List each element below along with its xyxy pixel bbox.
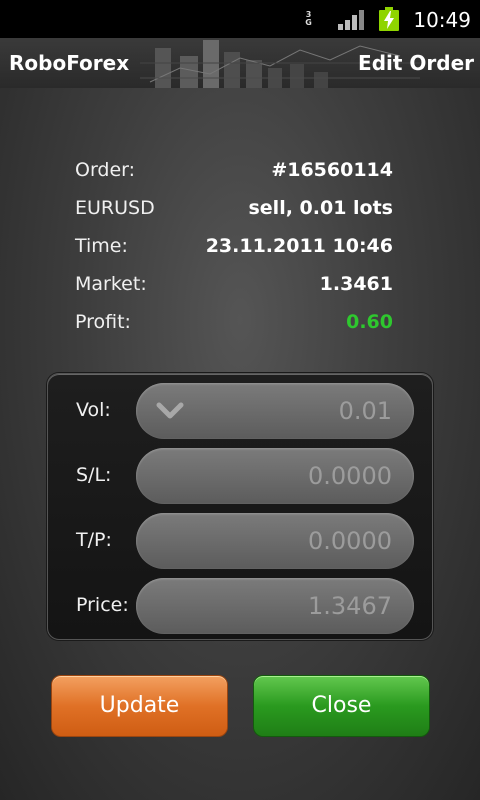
app-title: RoboForex	[9, 51, 130, 75]
profit-label: Profit:	[75, 311, 131, 333]
tp-label: T/P:	[76, 529, 112, 551]
profit-row: Profit: 0.60	[75, 304, 393, 342]
market-label: Market:	[75, 273, 147, 295]
status-bar: 3G 10:49	[0, 0, 480, 38]
time-value: 23.11.2011 10:46	[205, 235, 393, 257]
price-row: Price:	[48, 578, 432, 634]
screen-title: Edit Order	[358, 51, 474, 75]
order-number-row: Order: #16560114	[75, 152, 393, 190]
sl-row: S/L:	[48, 448, 432, 504]
stop-loss-input[interactable]	[136, 448, 414, 504]
vol-label: Vol:	[76, 399, 111, 421]
trade-direction-value: sell, 0.01 lots	[248, 197, 393, 219]
network-type: 3G	[304, 10, 313, 26]
app-header: RoboForex Edit Order	[0, 38, 480, 88]
sl-label: S/L:	[76, 464, 112, 486]
tp-row: T/P:	[48, 513, 432, 569]
order-label: Order:	[75, 159, 136, 181]
symbol-row: EURUSD sell, 0.01 lots	[75, 190, 393, 228]
clock: 10:49	[413, 8, 471, 32]
price-label: Price:	[76, 594, 129, 616]
profit-value: 0.60	[346, 311, 393, 333]
time-label: Time:	[75, 235, 128, 257]
symbol-label: EURUSD	[75, 197, 155, 219]
update-button[interactable]: Update	[51, 675, 228, 737]
edit-order-panel: Vol: S/L: T/P: Price:	[47, 373, 433, 640]
signal-icon	[338, 10, 364, 30]
close-button[interactable]: Close	[253, 675, 430, 737]
price-input[interactable]	[136, 578, 414, 634]
time-row: Time: 23.11.2011 10:46	[75, 228, 393, 266]
vol-row: Vol:	[48, 383, 432, 439]
chevron-down-icon[interactable]	[156, 401, 184, 421]
battery-charging-icon	[379, 7, 399, 31]
take-profit-input[interactable]	[136, 513, 414, 569]
order-info: Order: #16560114 EURUSD sell, 0.01 lots …	[75, 152, 393, 342]
order-value: #16560114	[271, 159, 393, 181]
market-value: 1.3461	[319, 273, 393, 295]
market-row: Market: 1.3461	[75, 266, 393, 304]
